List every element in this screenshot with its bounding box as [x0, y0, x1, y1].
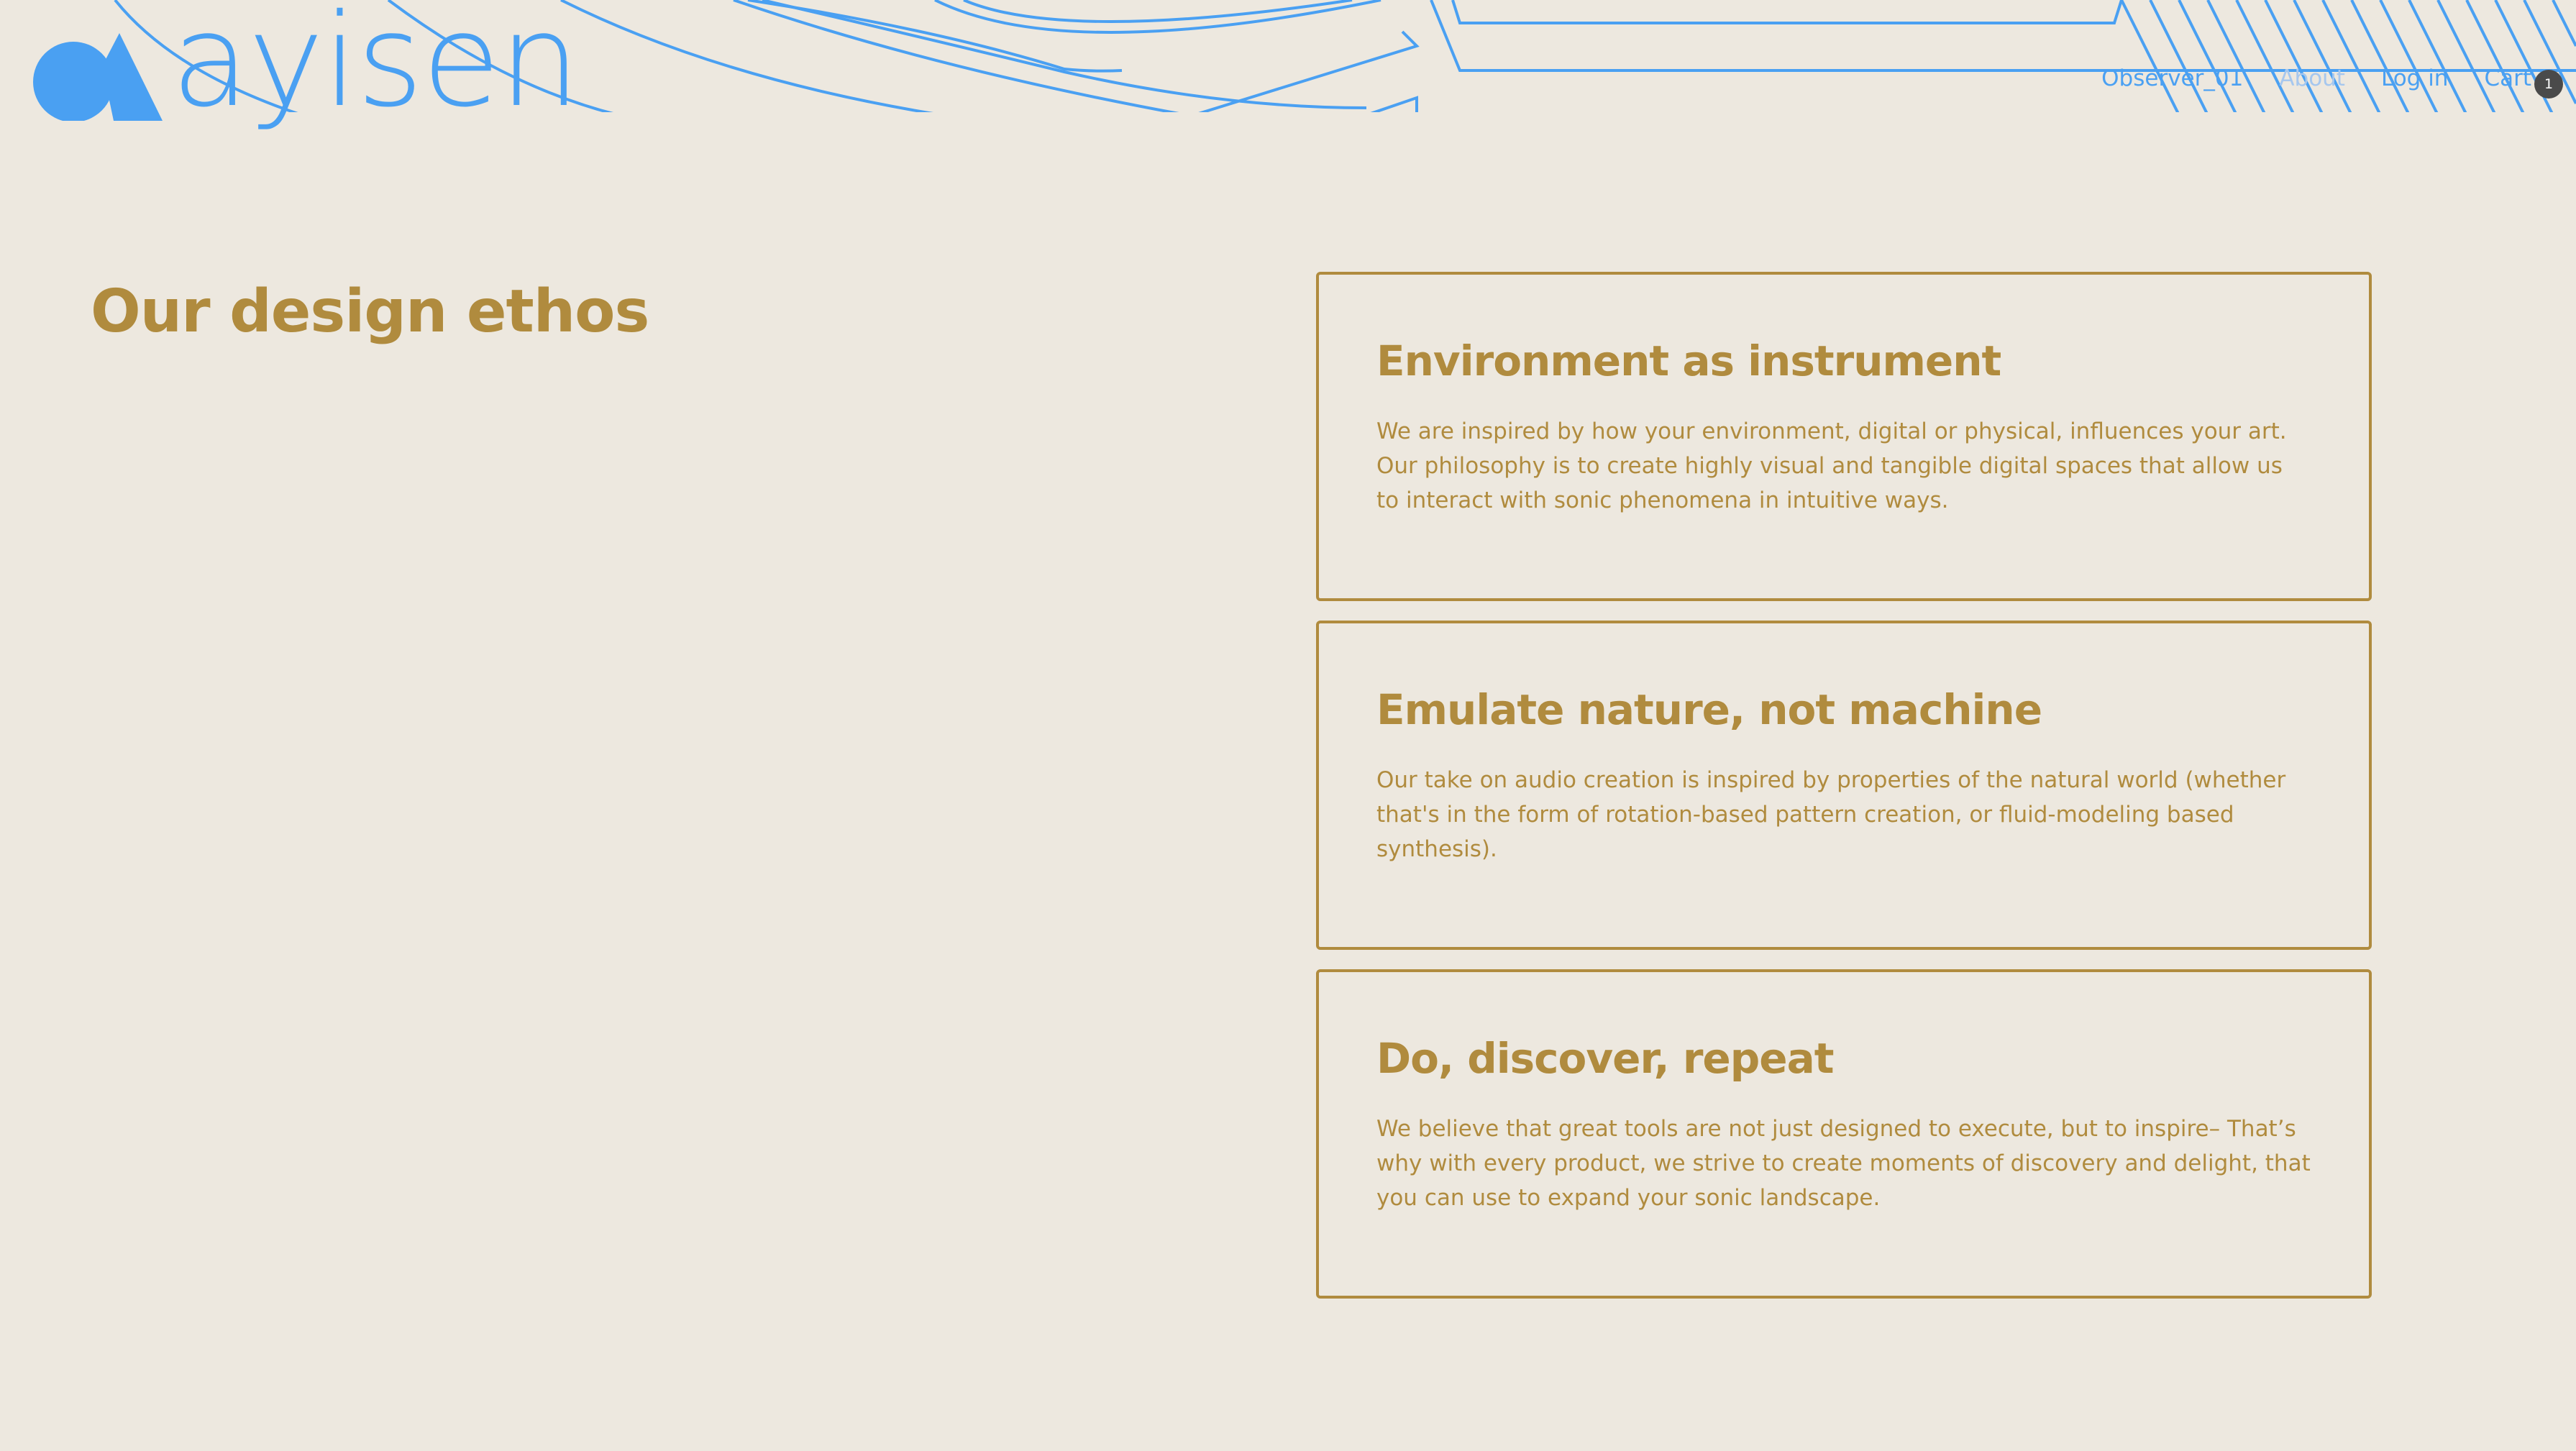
logo-mark-icon [33, 33, 163, 121]
cart-link-wrap: Cart 1 [2484, 65, 2563, 99]
site-header: ayisen Observer_01 About Log in Cart 1 [0, 0, 2576, 125]
ethos-card-nature: Emulate nature, not machine Our take on … [1316, 621, 2372, 950]
nav-item-about[interactable]: About [2279, 65, 2345, 91]
card-body: We are inspired by how your environment,… [1376, 418, 2287, 513]
nav-item-cart[interactable]: Cart [2484, 65, 2531, 91]
logo-wordmark: ayisen [171, 0, 580, 135]
card-heading: Emulate nature, not machine [1376, 685, 2042, 734]
ethos-card-environment: Environment as instrument We are inspire… [1316, 272, 2372, 601]
nav-item-observer[interactable]: Observer_01 [2101, 65, 2243, 91]
brand-logo[interactable]: ayisen [33, 0, 608, 147]
card-heading: Environment as instrument [1376, 337, 2001, 385]
top-nav: Observer_01 About Log in Cart 1 [2101, 62, 2576, 99]
card-body: We believe that great tools are not just… [1376, 1115, 2311, 1211]
card-heading: Do, discover, repeat [1376, 1034, 1834, 1083]
page-title: Our design ethos [91, 278, 649, 346]
card-body: Our take on audio creation is inspired b… [1376, 766, 2286, 862]
nav-item-login[interactable]: Log in [2381, 65, 2448, 91]
ethos-card-discover: Do, discover, repeat We believe that gre… [1316, 969, 2372, 1299]
cart-count-badge: 1 [2534, 70, 2563, 99]
